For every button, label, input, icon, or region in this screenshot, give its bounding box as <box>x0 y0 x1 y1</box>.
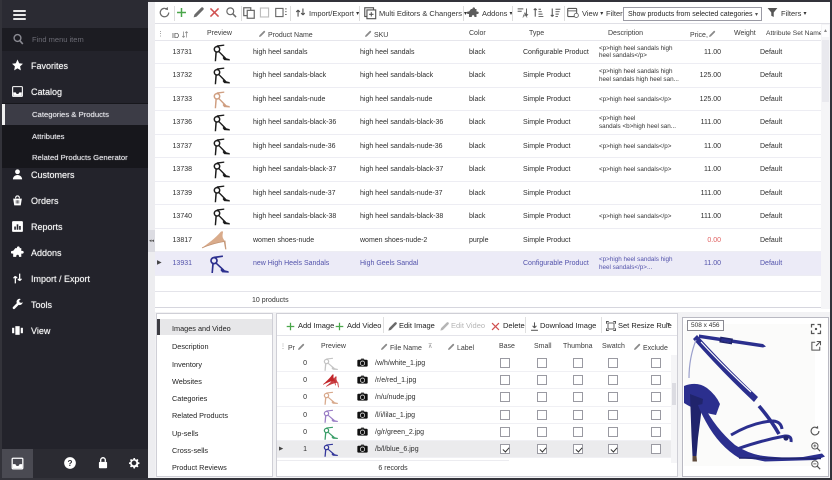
svg-text:?: ? <box>68 459 73 468</box>
